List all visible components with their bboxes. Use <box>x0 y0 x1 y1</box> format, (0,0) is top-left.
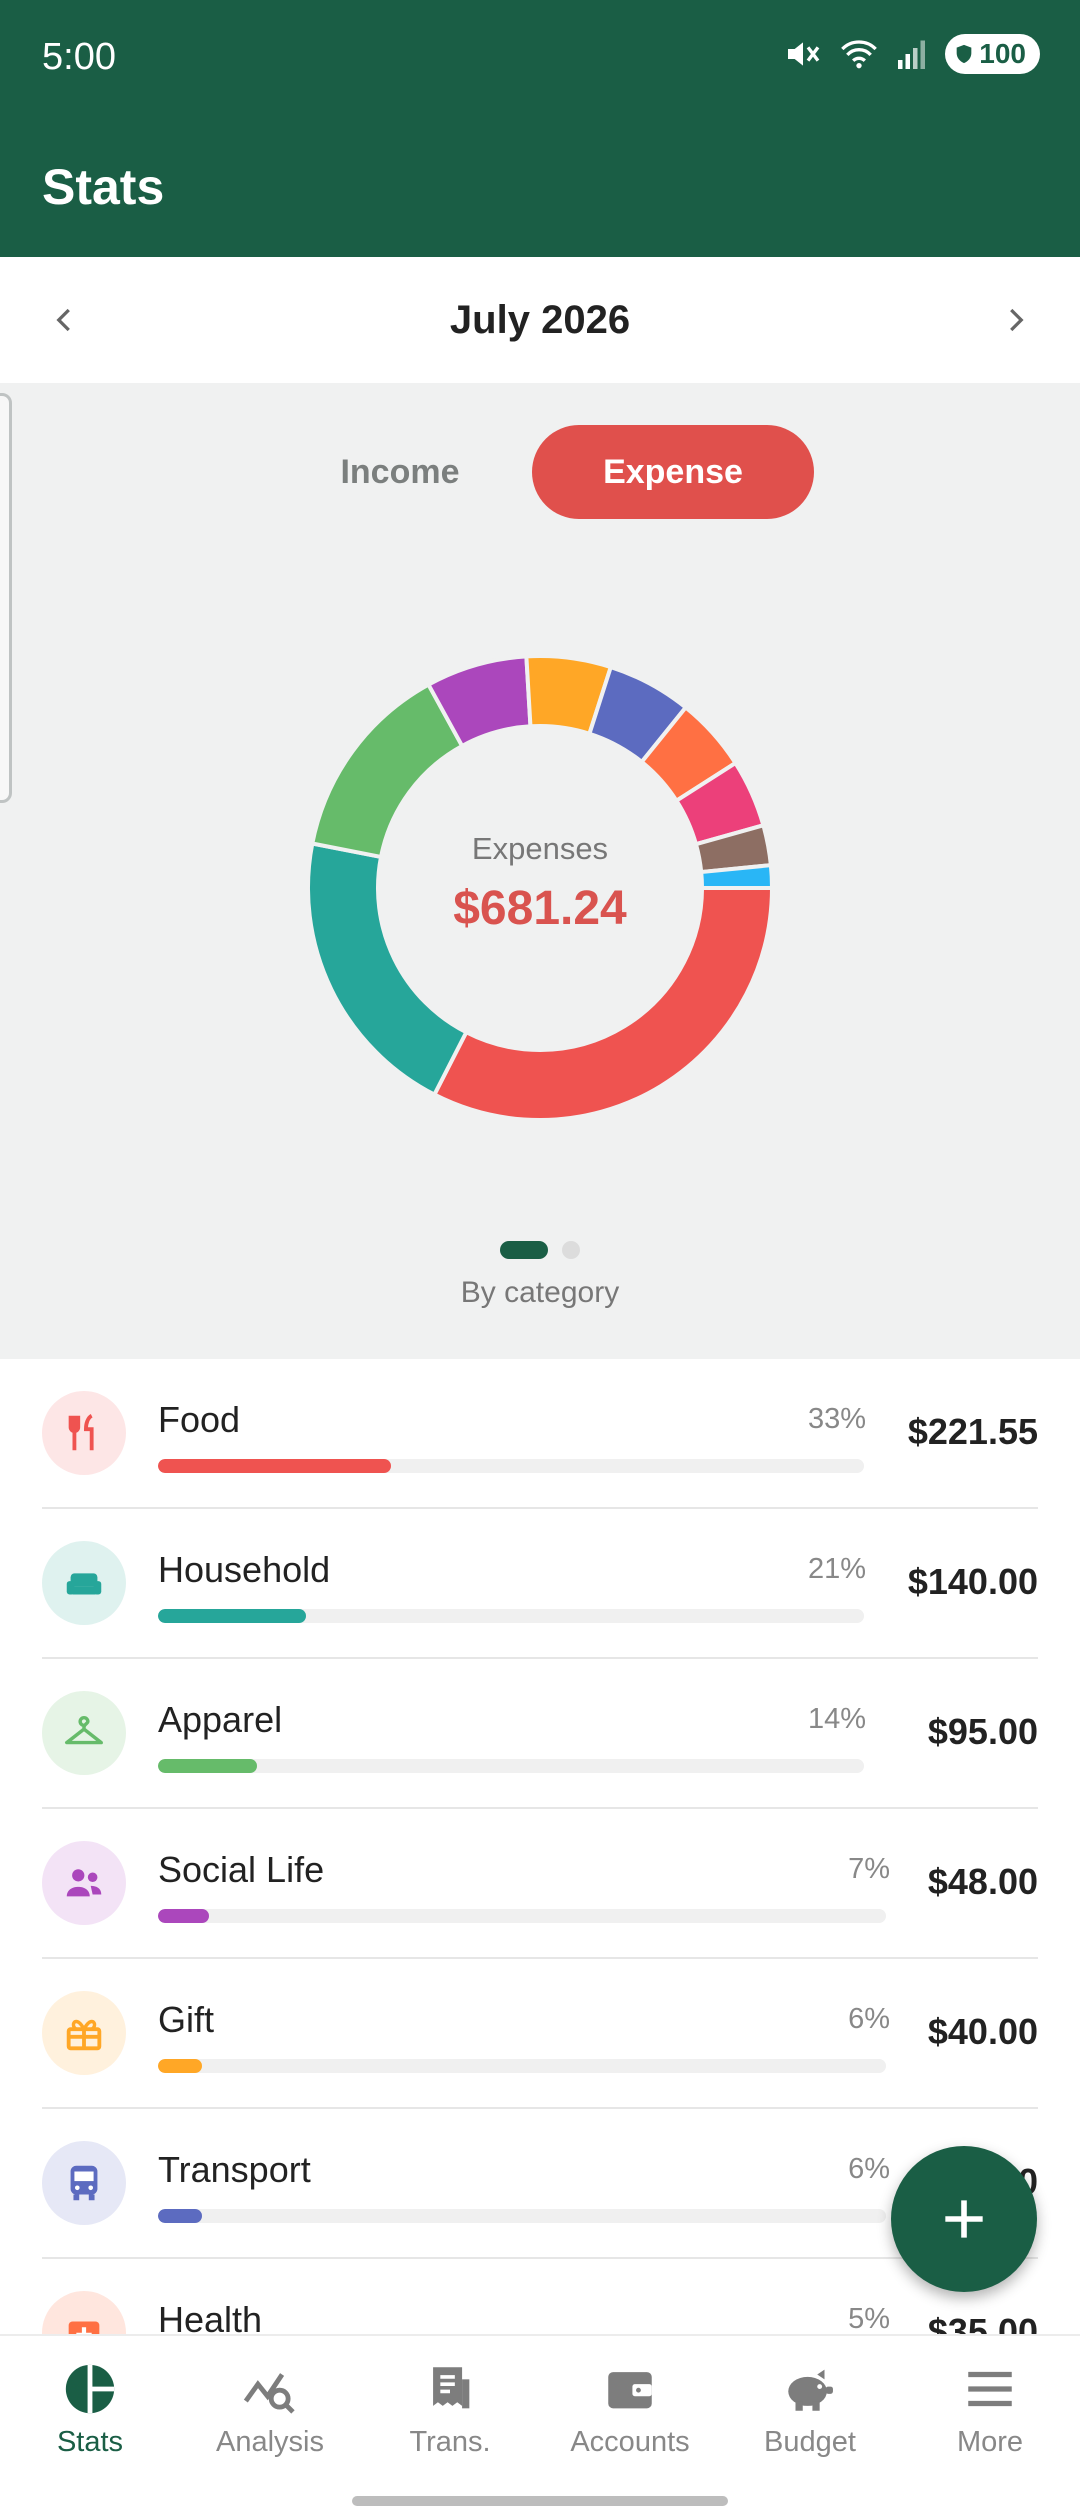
category-amount: $221.55 <box>907 1411 1038 1452</box>
chart-panel: Income Expense Expenses $681.24 By categ… <box>0 383 1080 1359</box>
status-icons: 100 <box>783 34 1040 74</box>
tab-trans[interactable]: Trans. <box>360 2360 540 2470</box>
tab-accounts[interactable]: Accounts <box>540 2360 720 2470</box>
tab-label: Analysis <box>216 2426 324 2458</box>
mute-icon <box>788 42 820 66</box>
tab-label: Budget <box>764 2426 856 2458</box>
tab-label: Accounts <box>570 2426 690 2458</box>
home-indicator <box>352 2496 728 2506</box>
current-month[interactable]: July 2026 <box>450 298 630 343</box>
wallet-icon <box>608 2372 652 2409</box>
category-progress-fill <box>158 1609 307 1623</box>
category-name: Household <box>158 1549 331 1590</box>
chart-caption: By category <box>460 1276 620 1309</box>
category-percent: 6% <box>848 2153 890 2185</box>
category-percent: 33% <box>807 1403 866 1435</box>
sofa-icon <box>42 1541 126 1625</box>
chart-pager <box>0 1241 1080 1259</box>
category-amount: $48.00 <box>927 1861 1038 1902</box>
people-icon <box>42 1841 126 1925</box>
health-icon <box>42 2291 126 2334</box>
tab-label: Stats <box>56 2426 124 2458</box>
category-name: Gift <box>158 1999 215 2040</box>
add-transaction-button[interactable] <box>891 2146 1037 2292</box>
page-title: Stats <box>42 159 165 215</box>
income-tab[interactable]: Income <box>320 425 480 519</box>
category-name: Social Life <box>158 1849 325 1890</box>
signal-icon <box>898 40 926 69</box>
tab-budget[interactable]: Budget <box>720 2360 900 2470</box>
shield-icon <box>956 44 972 64</box>
previous-month-button[interactable] <box>40 295 90 345</box>
next-month-button[interactable] <box>990 295 1040 345</box>
app-bar: Stats <box>0 120 1080 257</box>
category-percent: 14% <box>807 1703 866 1735</box>
bus-icon <box>42 2141 126 2225</box>
category-progress-fill <box>158 1759 257 1773</box>
category-progress-track <box>158 1909 886 1923</box>
tab-more[interactable]: More <box>900 2360 1080 2470</box>
plus-icon <box>945 2200 983 2238</box>
category-row-gift[interactable]: Gift 6% $40.00 <box>0 1959 1080 2109</box>
category-percent: 5% <box>848 2303 890 2334</box>
analysis-icon <box>243 2373 295 2414</box>
category-progress-fill <box>158 1909 209 1923</box>
category-amount: $140.00 <box>907 1561 1038 1602</box>
category-percent: 7% <box>848 1853 890 1885</box>
battery-indicator: 100 <box>945 34 1040 74</box>
donut-segment[interactable] <box>431 886 775 1122</box>
tab-label: Trans. <box>409 2426 491 2458</box>
tab-label: More <box>956 2426 1024 2458</box>
wifi-icon <box>841 40 878 69</box>
battery-level: 100 <box>979 38 1026 69</box>
category-percent: 21% <box>807 1553 866 1585</box>
tab-analysis[interactable]: Analysis <box>180 2360 360 2470</box>
category-row-apparel[interactable]: Apparel 14% $95.00 <box>0 1659 1080 1809</box>
category-name: Food <box>158 1399 241 1440</box>
category-progress-track <box>158 1609 864 1623</box>
category-row-social-life[interactable]: Social Life 7% $48.00 <box>0 1809 1080 1959</box>
page-dot-active[interactable] <box>500 1241 548 1259</box>
pie-chart-icon <box>65 2364 115 2414</box>
chevron-left-icon <box>56 308 70 332</box>
hanger-icon <box>42 1691 126 1775</box>
category-row-household[interactable]: Household 21% $140.00 <box>0 1509 1080 1659</box>
category-amount: $35.00 <box>927 2311 1038 2334</box>
donut-segment[interactable] <box>306 841 469 1098</box>
category-percent: 6% <box>848 2003 890 2035</box>
tab-stats[interactable]: Stats <box>0 2360 180 2470</box>
month-selector: July 2026 <box>0 257 1080 383</box>
category-amount: $95.00 <box>927 1711 1038 1752</box>
category-progress-track <box>158 2059 886 2073</box>
category-name: Health <box>158 2299 263 2334</box>
expense-tab[interactable]: Expense <box>532 425 814 519</box>
category-progress-fill <box>158 2209 202 2223</box>
category-progress-track <box>158 1759 864 1773</box>
category-name: Apparel <box>158 1699 283 1740</box>
page-dot[interactable] <box>562 1241 580 1259</box>
category-progress-track <box>158 2209 886 2223</box>
category-progress-fill <box>158 2059 202 2073</box>
income-expense-toggle: Income Expense <box>0 425 1080 519</box>
receipt-icon <box>433 2367 470 2409</box>
piggy-bank-icon <box>788 2369 833 2411</box>
donut-segment[interactable] <box>309 681 465 860</box>
chevron-right-icon <box>1010 308 1024 332</box>
bottom-navigation: Stats Analysis Trans. Accounts Budget Mo… <box>0 2334 1080 2520</box>
category-progress-fill <box>158 1459 391 1473</box>
category-amount: $40.00 <box>927 2011 1038 2052</box>
status-time: 5:00 <box>42 36 116 78</box>
menu-icon <box>968 2371 1012 2407</box>
category-row-food[interactable]: Food 33% $221.55 <box>0 1359 1080 1509</box>
status-bar: 5:00 100 <box>0 0 1080 120</box>
expense-donut-chart[interactable] <box>300 648 780 1128</box>
category-name: Transport <box>158 2149 311 2190</box>
gift-icon <box>42 1991 126 2075</box>
fork-knife-icon <box>42 1391 126 1475</box>
category-progress-track <box>158 1459 864 1473</box>
